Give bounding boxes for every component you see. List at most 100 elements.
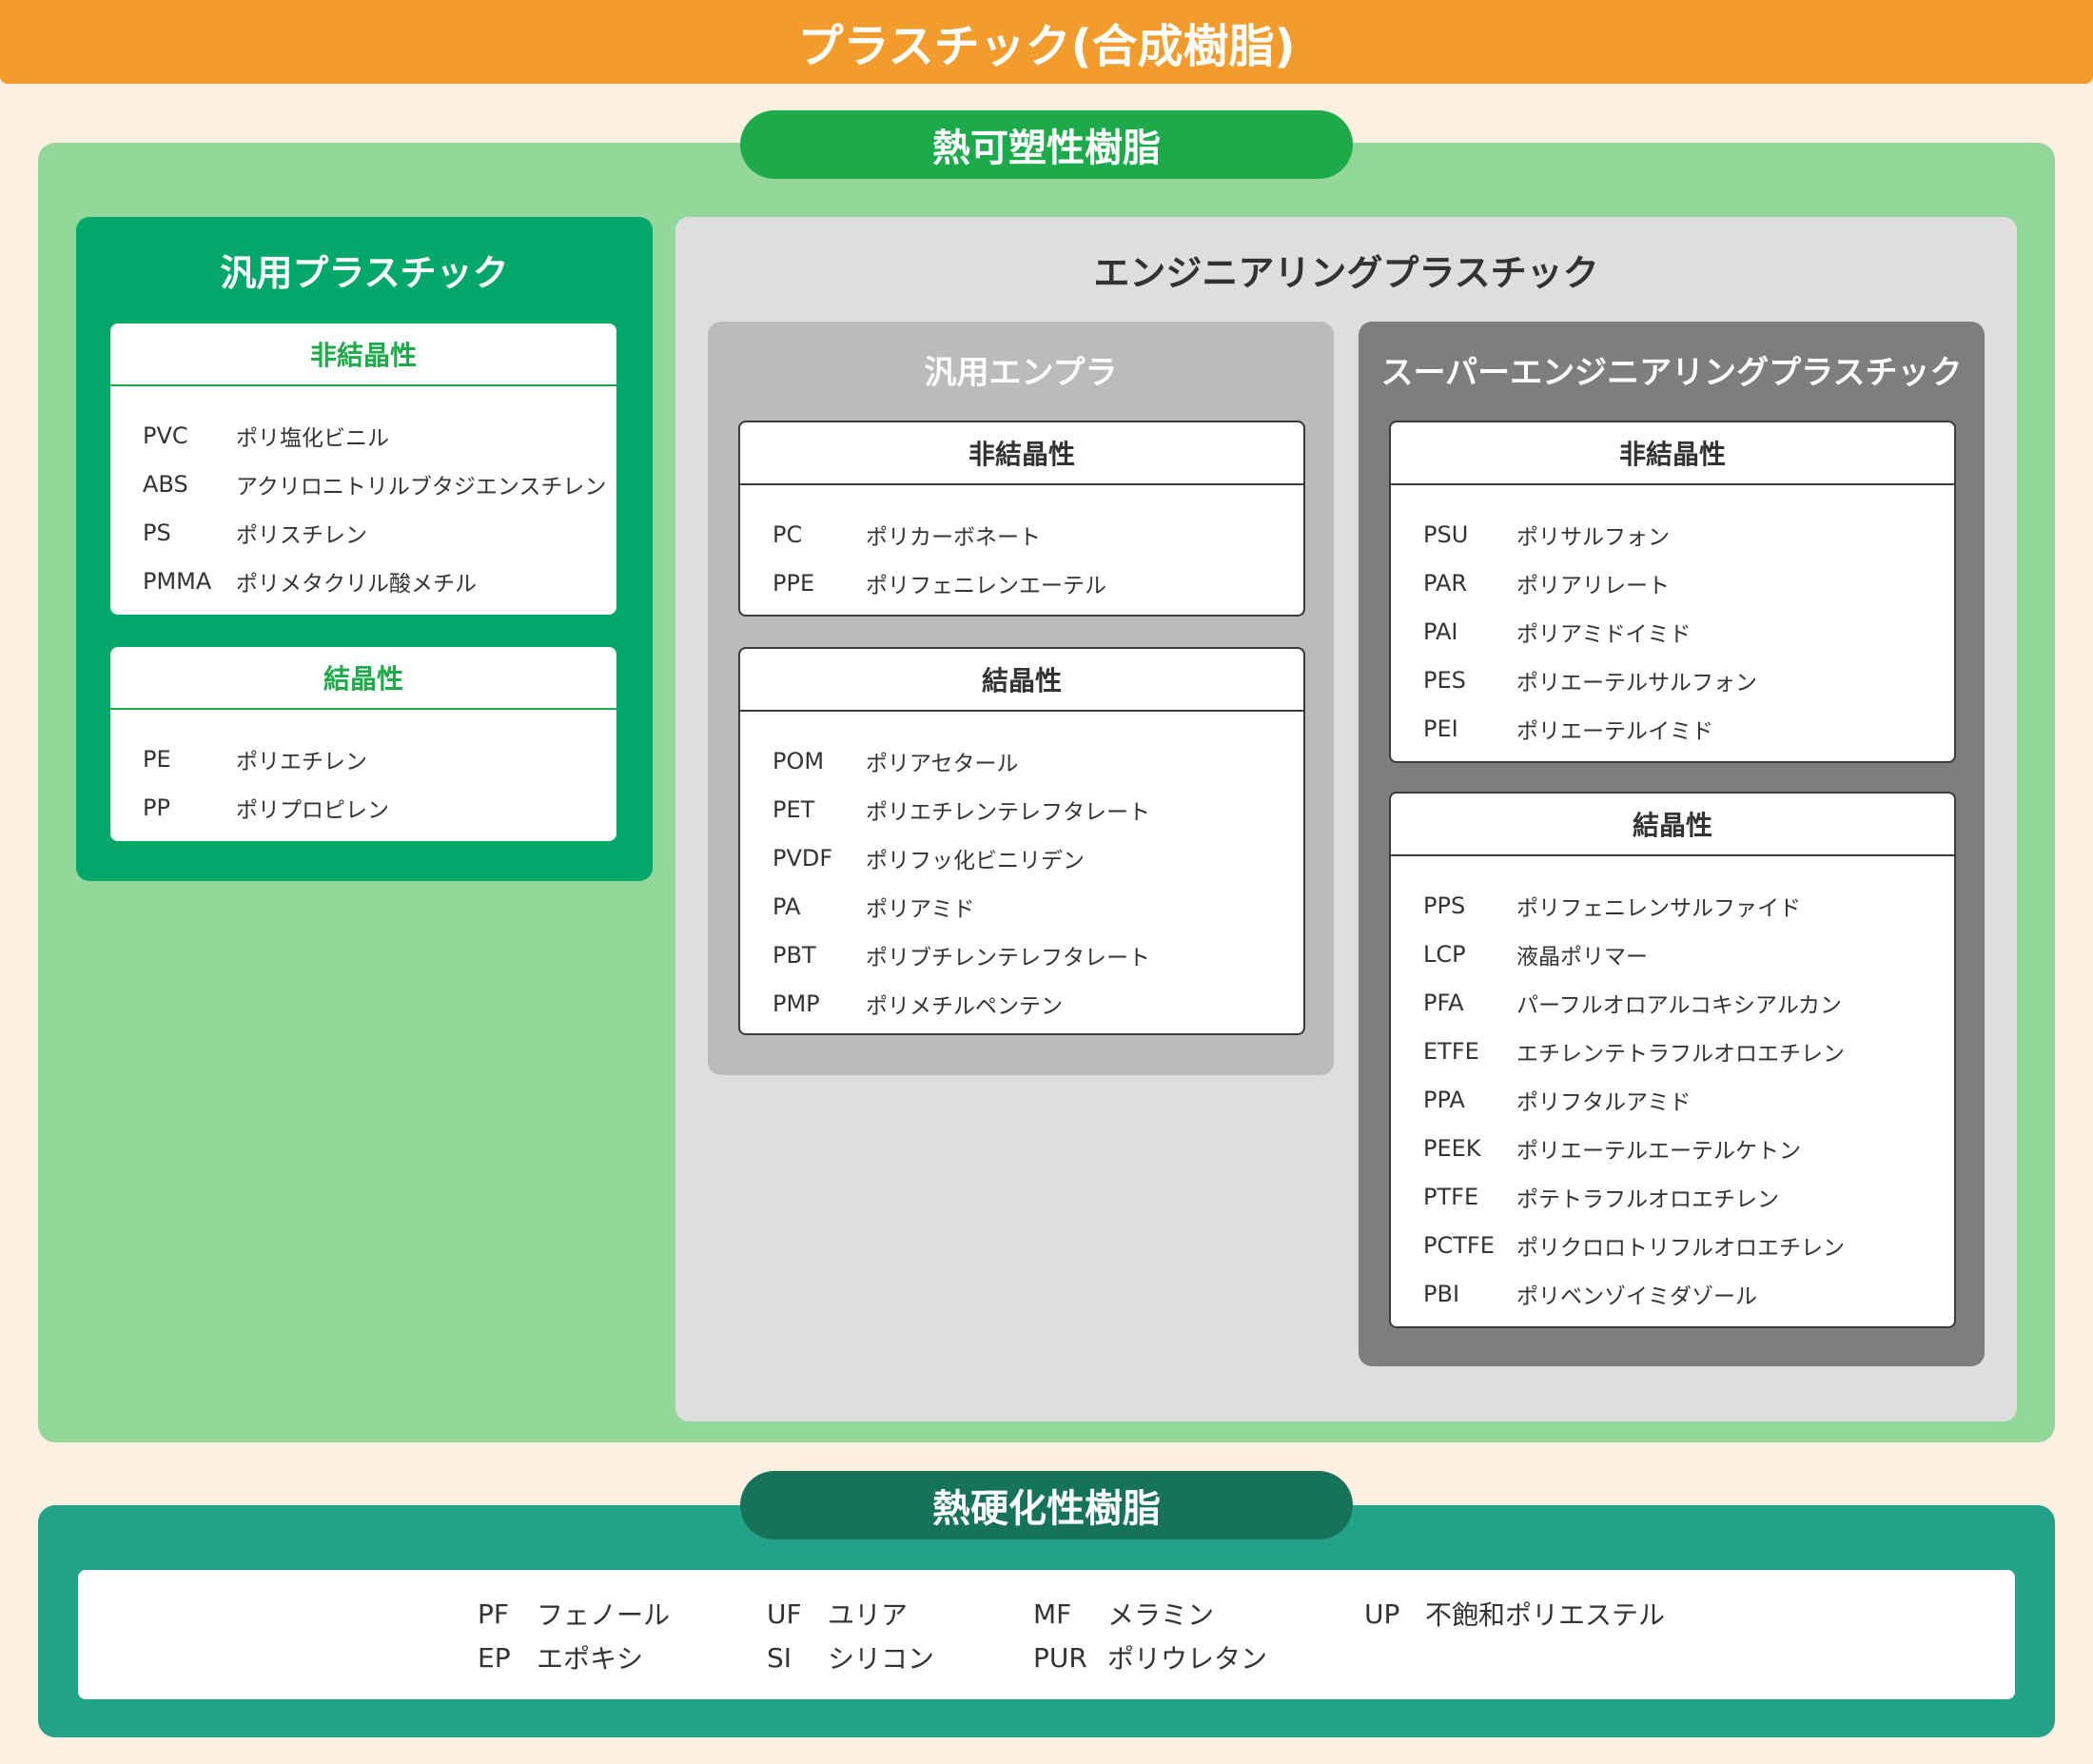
resin-code: UP [1364,1597,1400,1630]
resin-name: シリコン [828,1643,935,1675]
list-item: PA ポリアミド [773,882,1303,931]
list-item: PES ポリエーテルサルフォン [1423,656,1954,704]
resin-code: PS [143,519,171,546]
resin-code: PBT [773,941,816,969]
list-item: PCTFE ポリクロロトリフルオロエチレン [1423,1221,1954,1269]
resin-name: ポリクロロトリフルオロエチレン [1516,1235,1845,1261]
list-item: PAI ポリアミドイミド [1423,607,1954,656]
resin-name: エポキシ [537,1643,644,1675]
general-crystalline-heading: 結晶性 [110,647,616,710]
list-item: PVC ポリ塩化ビニル [143,411,616,460]
list-item: PFA パーフルオロアルコキシアルカン [1423,978,1954,1027]
resin-name: ポリアミド [866,896,975,922]
resin-code: PTFE [1423,1183,1479,1210]
resin-code: PP [143,794,170,821]
general-enpla-title: 汎用エンプラ [924,354,1118,392]
resin-name: ポテトラフルオロエチレン [1516,1186,1779,1212]
resin-name: ポリスチレン [236,522,367,548]
resin-code: PVC [143,421,188,449]
enpla-crystalline-box: 結晶性 POM ポリアセタール PET ポリエチレンテレフタレート PVDF ポリフッ… [738,647,1305,1035]
resin-code: PEEK [1423,1134,1481,1162]
resin-name: ポリアセタール [866,751,1019,776]
resin-name: ポリエーテルエーテルケトン [1516,1138,1801,1164]
resin-name: パーフルオロアルコキシアルカン [1516,992,1843,1018]
list-item: UF ユリア [767,1595,908,1633]
resin-name: ポリエチレンテレフタレート [866,799,1150,825]
list-item: PET ポリエチレンテレフタレート [773,785,1303,833]
enpla-amorphous-list: PC ポリカーボネート PPE ポリフェニレンエーテル [740,485,1303,607]
general-amorphous-list: PVC ポリ塩化ビニル ABS アクリロニトリルブタジエンスチレン PS ポリスチレン… [110,386,616,605]
list-item: PMMA ポリメタクリル酸メチル [143,557,616,605]
resin-name: ポリメチルペンテン [866,993,1063,1019]
resin-name: ポリフッ化ビニリデン [866,848,1085,873]
resin-code: PC [773,520,803,548]
general-crystalline-list: PE ポリエチレン PP ポリプロピレン [110,710,616,832]
resin-name: メラミン [1107,1599,1215,1631]
resin-name: アクリロニトリルブタジエンスチレン [236,474,607,500]
list-item: PEI ポリエーテルイミド [1423,704,1954,753]
resin-code: PES [1423,666,1466,694]
list-item: PTFE ポテトラフルオロエチレン [1423,1172,1954,1221]
resin-name: ポリフェニレンサルファイド [1516,895,1801,921]
resin-name: ポリエチレン [236,749,367,774]
resin-code: PUR [1033,1641,1087,1674]
resin-name: ポリアミドイミド [1516,621,1692,647]
super-engineering-title: スーパーエンジニアリングプラスチック [1380,354,1963,392]
super-amorphous-box: 非結晶性 PSU ポリサルフォン PAR ポリアリレート PAI ポリアミドイミド P… [1389,421,1956,763]
list-item: PBT ポリブチレンテレフタレート [773,931,1303,979]
resin-name: ポリエーテルサルフォン [1516,670,1757,696]
general-amorphous-box: 非結晶性 PVC ポリ塩化ビニル ABS アクリロニトリルブタジエンスチレン PS ポ… [110,323,616,615]
resin-code: MF [1033,1597,1072,1630]
list-item: PF フェノール [478,1595,670,1633]
resin-name: ポリエーテルイミド [1516,718,1713,744]
page-title: プラスチック(合成樹脂) [797,20,1296,73]
super-crystalline-box: 結晶性 PPS ポリフェニレンサルファイド LCP 液晶ポリマー PFA パーフルオロ… [1389,792,1956,1328]
list-item: PS ポリスチレン [143,508,616,557]
list-item: ETFE エチレンテトラフルオロエチレン [1423,1027,1954,1075]
enpla-amorphous-box: 非結晶性 PC ポリカーボネート PPE ポリフェニレンエーテル [738,421,1305,617]
resin-code: POM [773,747,825,774]
list-item: PPS ポリフェニレンサルファイド [1423,881,1954,930]
resin-code: PEI [1423,715,1458,742]
super-engineering-panel: スーパーエンジニアリングプラスチック 非結晶性 PSU ポリサルフォン PAR ポリ… [1359,322,1985,1366]
list-item: MF メラミン [1033,1595,1214,1633]
resin-name: エチレンテトラフルオロエチレン [1516,1041,1845,1067]
resin-code: PCTFE [1423,1231,1495,1259]
resin-code: SI [767,1641,792,1674]
super-amorphous-list: PSU ポリサルフォン PAR ポリアリレート PAI ポリアミドイミド PES ポリエ… [1391,485,1954,753]
resin-code: PSU [1423,520,1469,548]
title-banner: プラスチック(合成樹脂) [0,0,2093,84]
thermoset-label: 熱硬化性樹脂 [740,1471,1353,1539]
thermoplastic-label: 熱可塑性樹脂 [740,110,1353,179]
resin-code: PMP [773,990,820,1017]
list-item: UP 不飽和ポリエステル [1364,1595,1665,1633]
general-plastic-panel: 汎用プラスチック 非結晶性 PVC ポリ塩化ビニル ABS アクリロニトリルブタジエ… [76,217,653,881]
list-item: PBI ポリベンゾイミダゾール [1423,1269,1954,1318]
resin-code: PBI [1423,1280,1460,1307]
list-item: PAR ポリアリレート [1423,559,1954,607]
resin-code: PFA [1423,989,1464,1016]
resin-code: PA [773,892,801,920]
resin-code: PET [773,795,815,823]
resin-name: ポリベンゾイミダゾール [1516,1284,1757,1309]
list-item: PVDF ポリフッ化ビニリデン [773,833,1303,882]
resin-code: ABS [143,470,188,498]
resin-name: フェノール [537,1599,671,1631]
resin-name: 不飽和ポリエステル [1425,1599,1666,1631]
list-item: PMP ポリメチルペンテン [773,979,1303,1028]
list-item: PE ポリエチレン [143,735,616,783]
super-crystalline-list: PPS ポリフェニレンサルファイド LCP 液晶ポリマー PFA パーフルオロアルコキ… [1391,856,1954,1318]
resin-code: PVDF [773,844,833,872]
resin-code: LCP [1423,940,1466,968]
list-item: PSU ポリサルフォン [1423,510,1954,559]
list-item: POM ポリアセタール [773,736,1303,785]
resin-name: ポリウレタン [1107,1643,1268,1675]
resin-code: PPA [1423,1086,1465,1113]
resin-name: ポリフタルアミド [1516,1089,1692,1115]
resin-code: PPS [1423,892,1466,919]
resin-code: EP [478,1641,511,1674]
list-item: PP ポリプロピレン [143,783,616,832]
resin-name: ポリカーボネート [866,524,1041,550]
resin-name: ポリメタクリル酸メチル [236,571,477,597]
list-item: LCP 液晶ポリマー [1423,930,1954,978]
